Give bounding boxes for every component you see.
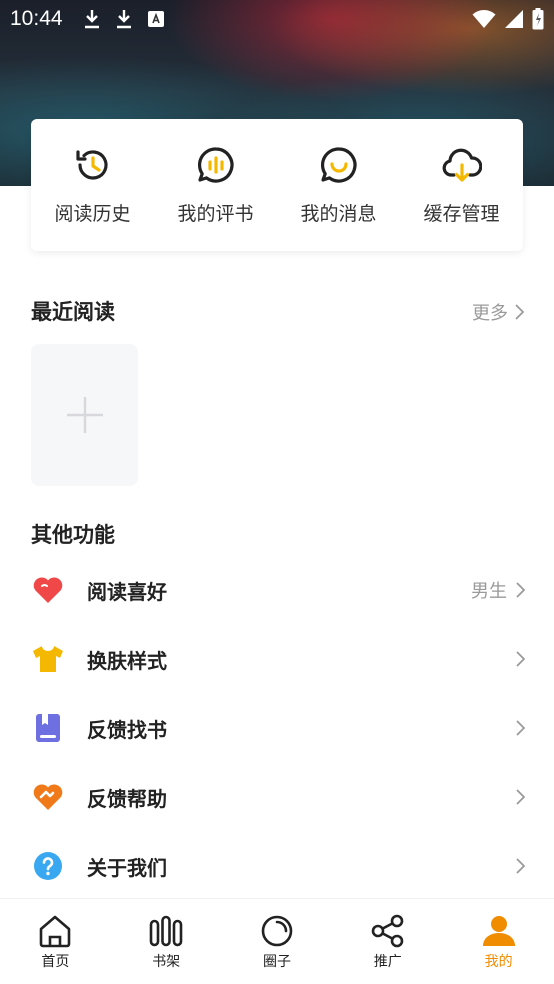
chevron-right-icon	[516, 720, 525, 736]
quick-item-label: 缓存管理	[423, 202, 500, 225]
plus-icon	[66, 397, 103, 433]
signal-icon	[505, 10, 523, 28]
bottom-nav: 首页 书架 圈子 推广 我的	[0, 898, 554, 984]
quick-item-label: 我的评书	[177, 202, 254, 225]
menu-item-label: 反馈帮助	[87, 786, 167, 811]
menu-item-label: 关于我们	[87, 855, 167, 880]
quick-item-history[interactable]: 阅读历史	[33, 145, 153, 226]
translate-icon	[147, 11, 164, 27]
wifi-icon	[472, 10, 496, 28]
question-icon	[34, 852, 62, 880]
cloud-download-icon	[442, 148, 482, 182]
quick-item-reviews[interactable]: 我的评书	[156, 145, 276, 226]
status-time: 10:44	[10, 7, 63, 30]
other-functions-title: 其他功能	[31, 522, 115, 547]
menu-item-reading-preference[interactable]: 阅读喜好 男生	[31, 570, 525, 610]
nav-tab-promote[interactable]: 推广	[332, 899, 443, 984]
quick-menu-card: 阅读历史 我的评书 我的消息 缓存管理	[31, 119, 523, 251]
menu-item-skin-style[interactable]: 换肤样式	[31, 639, 525, 679]
more-label: 更多	[472, 303, 508, 324]
home-icon	[40, 915, 71, 948]
share-icon	[371, 914, 404, 948]
nav-label: 我的	[484, 954, 513, 970]
chevron-right-icon	[516, 789, 525, 805]
quick-item-label: 阅读历史	[54, 202, 131, 225]
menu-item-label: 换肤样式	[87, 648, 167, 673]
message-icon	[320, 146, 357, 183]
menu-item-feedback-book[interactable]: 反馈找书	[31, 708, 525, 748]
menu-item-label: 反馈找书	[87, 717, 167, 742]
nav-label: 书架	[152, 954, 181, 970]
nav-tab-circle[interactable]: 圈子	[222, 899, 333, 984]
heart-icon	[33, 577, 63, 603]
nav-tab-mine[interactable]: 我的	[443, 899, 554, 984]
menu-item-label: 阅读喜好	[87, 579, 167, 604]
nav-label: 圈子	[262, 954, 291, 970]
battery-icon	[532, 8, 544, 30]
review-icon	[197, 146, 234, 183]
history-icon	[75, 149, 108, 180]
nav-label: 推广	[373, 954, 402, 970]
add-book-button[interactable]	[31, 344, 138, 486]
user-icon	[482, 916, 515, 946]
nav-tab-bookshelf[interactable]: 书架	[111, 899, 222, 984]
menu-item-feedback-help[interactable]: 反馈帮助	[31, 777, 525, 817]
download-icon	[116, 10, 131, 29]
book-icon	[36, 714, 60, 742]
chevron-right-icon	[516, 651, 525, 667]
quick-item-label: 我的消息	[300, 202, 377, 225]
chevron-right-icon	[516, 858, 525, 874]
menu-item-about-us[interactable]: 关于我们	[31, 846, 525, 886]
download-icon	[84, 10, 99, 29]
more-link[interactable]: 更多	[472, 299, 524, 325]
status-bar: 10:44	[0, 0, 554, 38]
chevron-right-icon	[516, 582, 525, 598]
quick-item-messages[interactable]: 我的消息	[279, 145, 399, 226]
nav-tab-home[interactable]: 首页	[0, 899, 111, 984]
preference-value: 男生	[471, 581, 507, 602]
recent-reading-title: 最近阅读	[31, 299, 115, 324]
quick-item-cache[interactable]: 缓存管理	[402, 145, 522, 226]
chevron-right-icon	[515, 304, 524, 320]
circle-icon	[261, 915, 293, 947]
bookshelf-icon	[149, 915, 183, 947]
shirt-icon	[33, 646, 63, 672]
nav-label: 首页	[41, 954, 70, 970]
help-heart-icon	[33, 784, 63, 810]
